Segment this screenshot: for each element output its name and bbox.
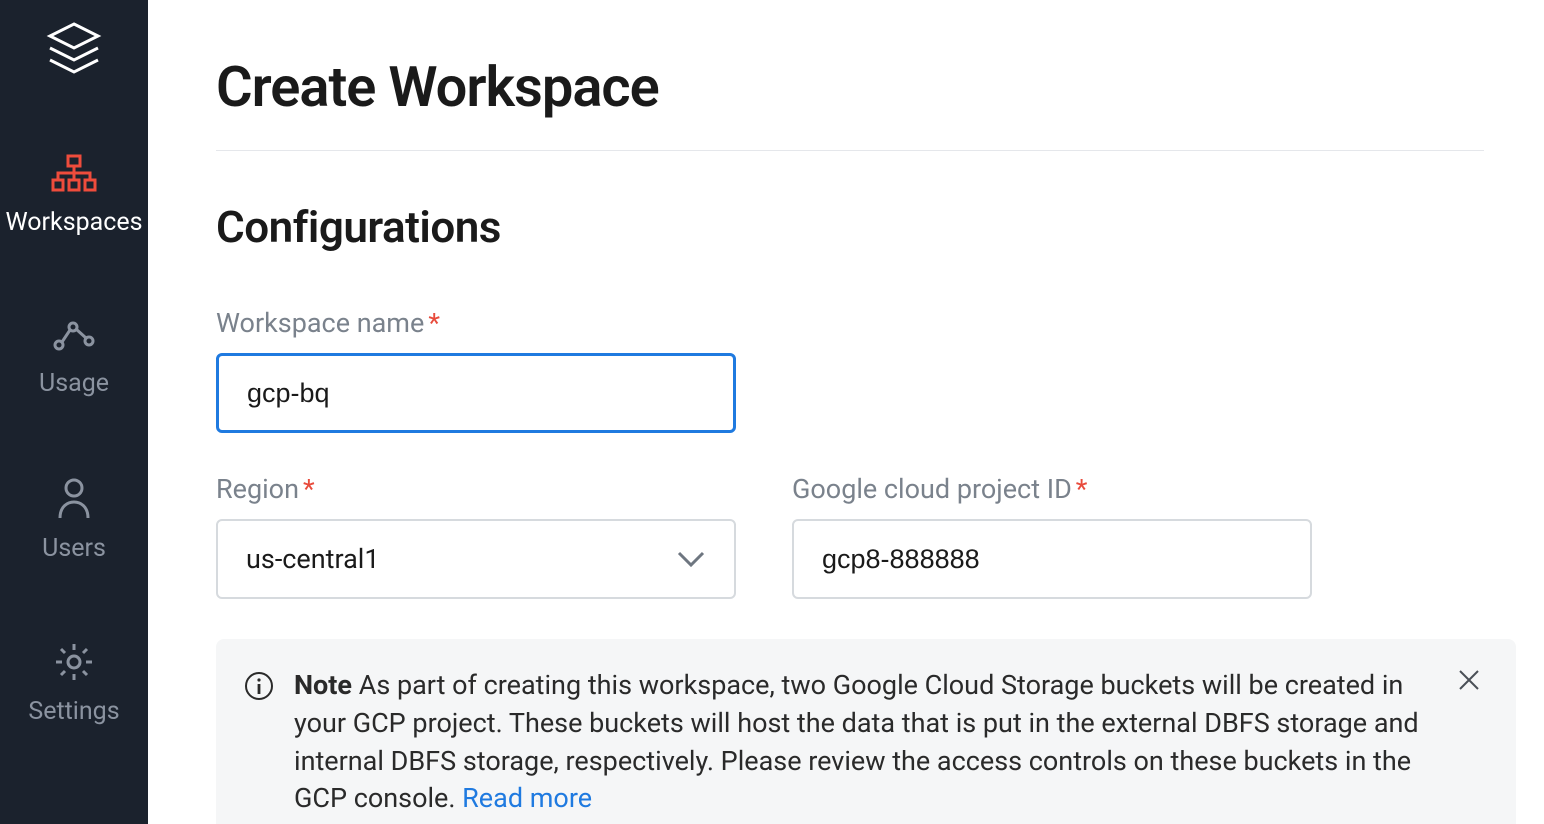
- workspaces-icon: [51, 154, 97, 198]
- region-label: Region*: [216, 473, 736, 505]
- note-text: Note As part of creating this workspace,…: [294, 667, 1428, 818]
- page-title: Create Workspace: [216, 54, 1484, 120]
- sidebar-item-label: Workspaces: [6, 208, 143, 237]
- note-prefix: Note: [294, 669, 352, 701]
- read-more-link[interactable]: Read more: [462, 782, 592, 814]
- workspace-name-label: Workspace name*: [216, 307, 736, 339]
- chevron-down-icon: [676, 543, 706, 575]
- sidebar-item-workspaces[interactable]: Workspaces: [6, 154, 143, 237]
- sidebar-item-label: Usage: [39, 369, 109, 398]
- field-region: Region* us-central1: [216, 473, 736, 599]
- divider: [216, 150, 1484, 151]
- required-asterisk: *: [1076, 473, 1088, 505]
- region-select[interactable]: us-central1: [216, 519, 736, 599]
- users-icon: [54, 476, 94, 524]
- sidebar-item-usage[interactable]: Usage: [39, 315, 109, 398]
- logo-icon: [42, 18, 106, 86]
- info-icon: [244, 671, 274, 705]
- sidebar-item-label: Users: [42, 534, 106, 563]
- gear-icon: [53, 641, 95, 687]
- required-asterisk: *: [428, 307, 440, 339]
- sidebar-item-label: Settings: [28, 697, 119, 726]
- usage-icon: [51, 315, 97, 359]
- sidebar-item-users[interactable]: Users: [42, 476, 106, 563]
- required-asterisk: *: [303, 473, 315, 505]
- sidebar-item-settings[interactable]: Settings: [28, 641, 119, 726]
- field-workspace-name: Workspace name*: [216, 307, 736, 433]
- sidebar: Workspaces Usage Users: [0, 0, 148, 824]
- main-content: Create Workspace Configurations Workspac…: [148, 0, 1544, 824]
- project-id-input[interactable]: [792, 519, 1312, 599]
- project-id-label: Google cloud project ID*: [792, 473, 1312, 505]
- note-box: Note As part of creating this workspace,…: [216, 639, 1516, 824]
- section-title: Configurations: [216, 201, 1484, 253]
- close-icon[interactable]: [1456, 667, 1482, 697]
- region-value: us-central1: [246, 543, 380, 575]
- field-project-id: Google cloud project ID*: [792, 473, 1312, 599]
- workspace-name-input[interactable]: [216, 353, 736, 433]
